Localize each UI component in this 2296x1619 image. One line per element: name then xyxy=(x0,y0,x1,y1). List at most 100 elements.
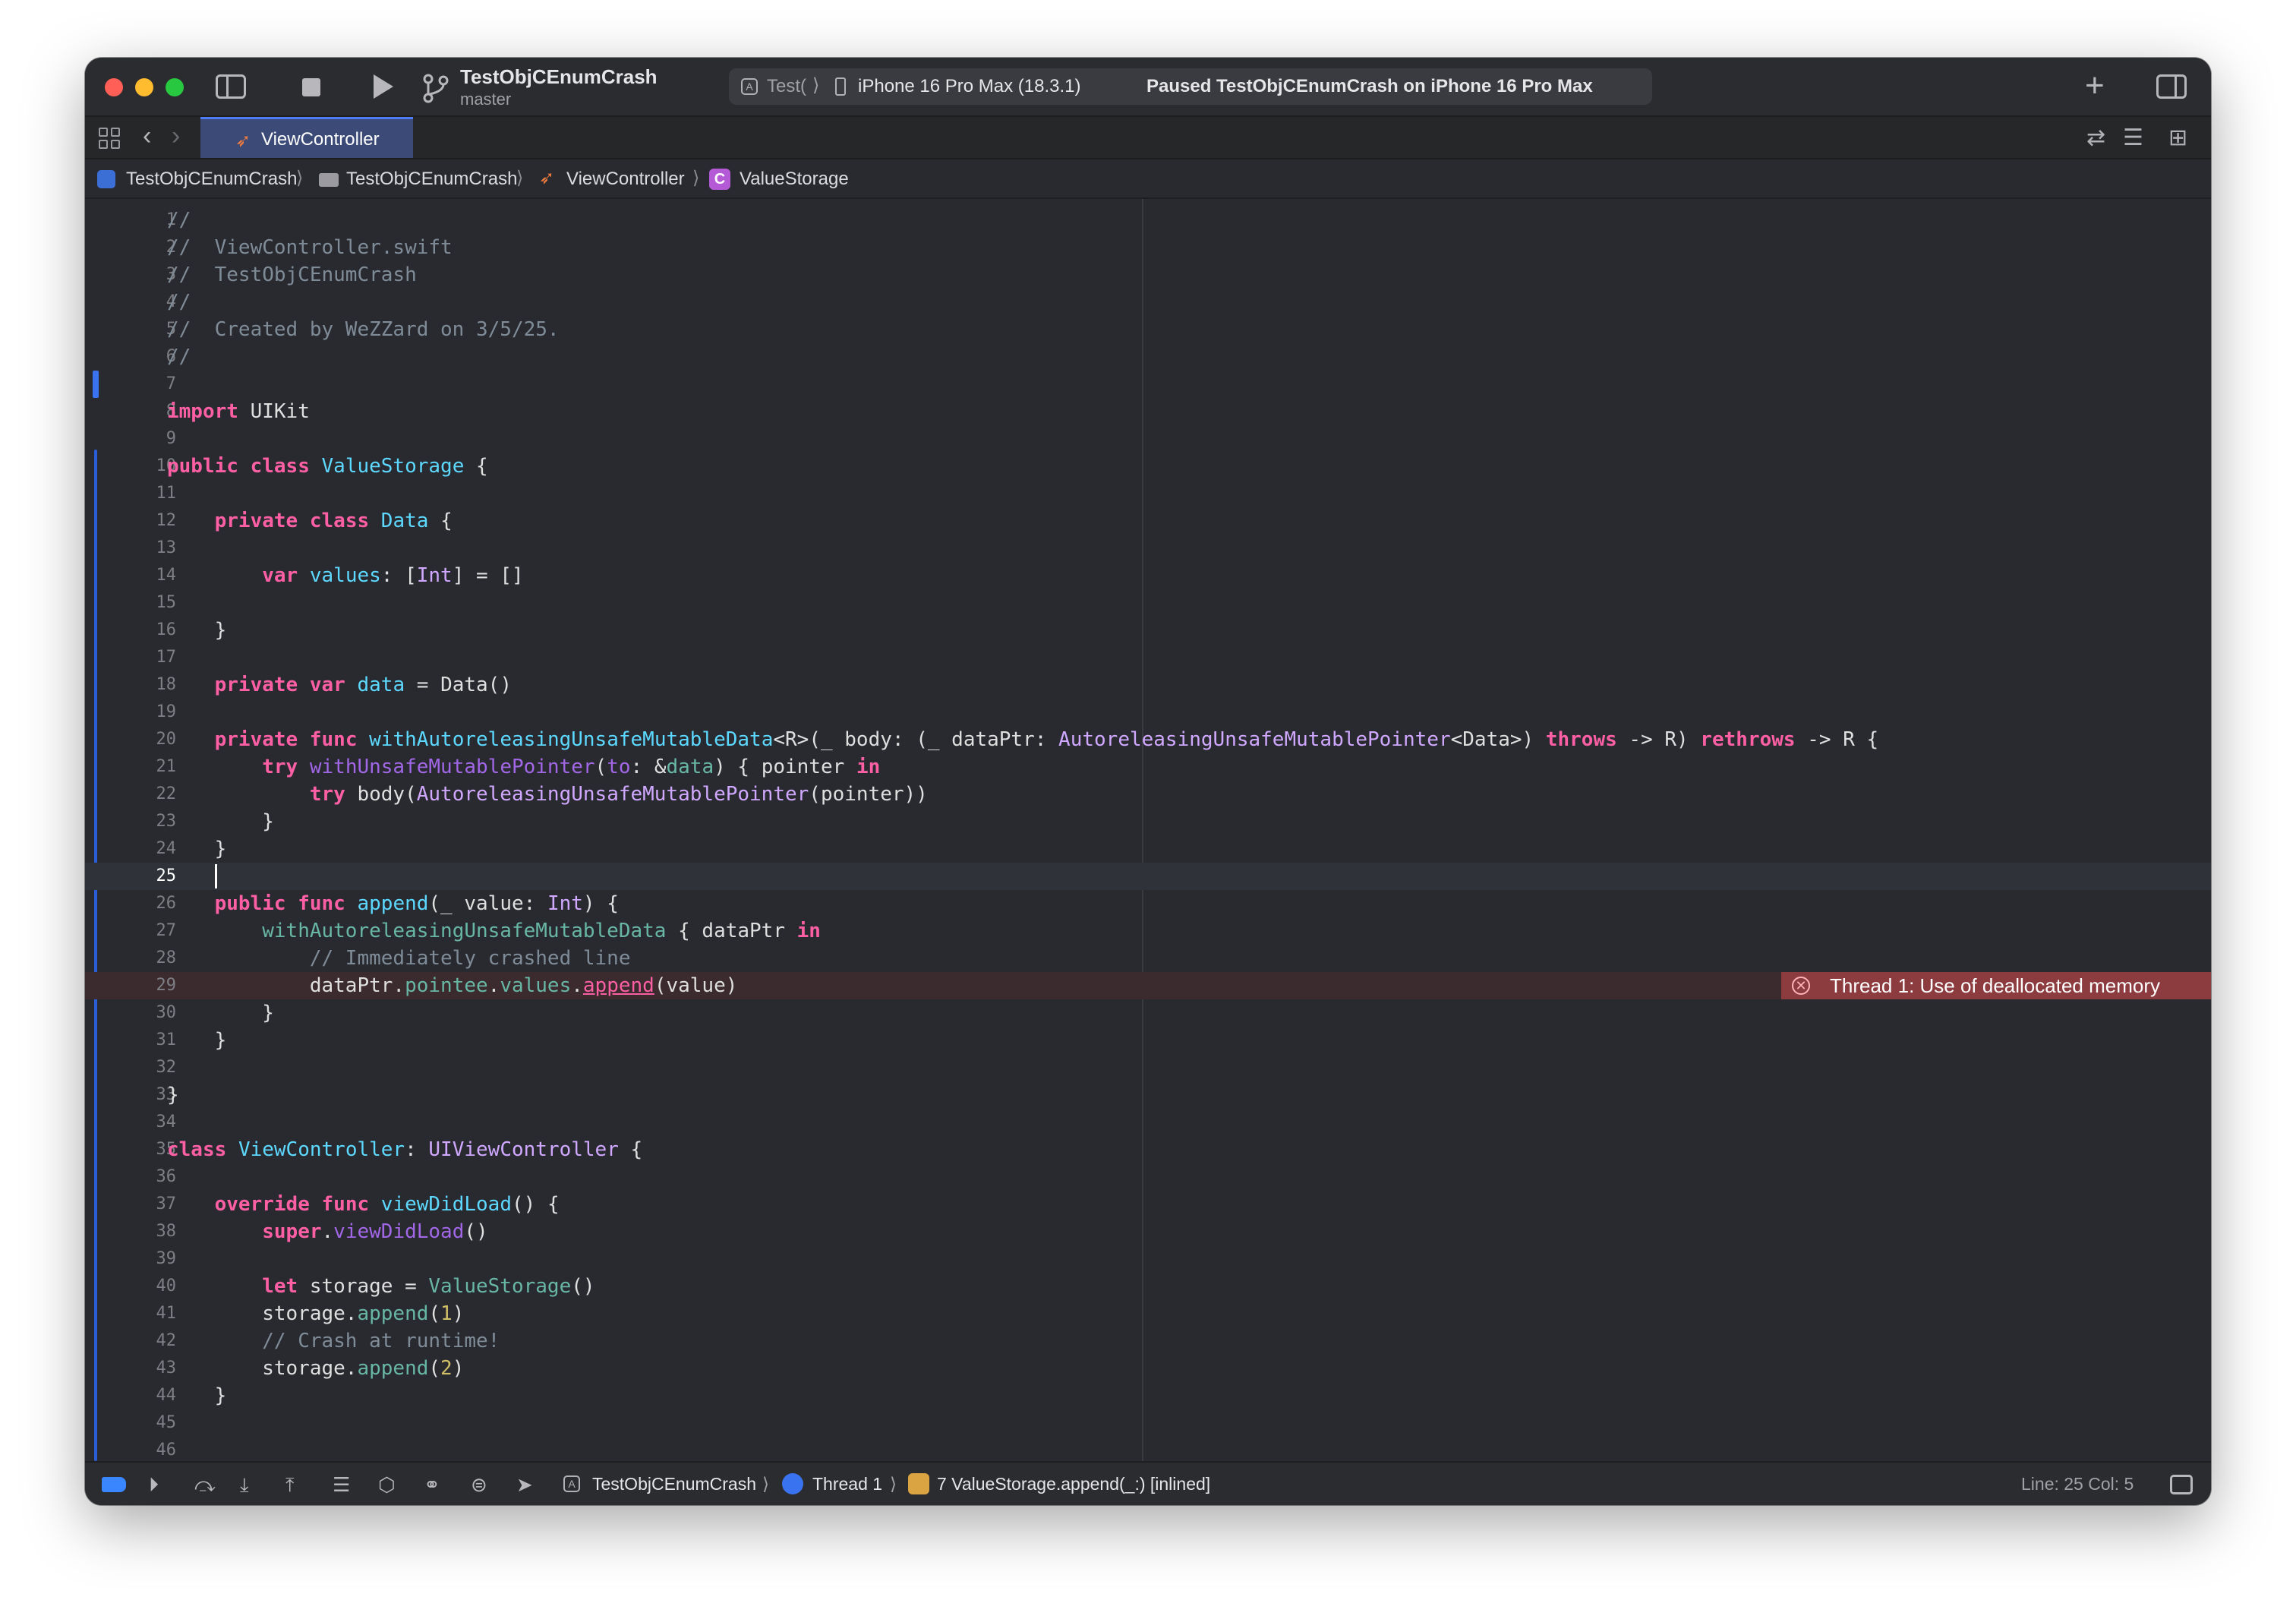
code-line[interactable]: 29 dataPtr.pointee.values.append(value) ✕… xyxy=(85,972,2211,999)
step-out-icon[interactable]: ⤒ xyxy=(285,1473,295,1497)
debug-thread[interactable]: Thread 1 xyxy=(812,1474,882,1494)
breadcrumb-project[interactable]: TestObjCEnumCrash xyxy=(126,169,297,190)
code-line[interactable]: 33} xyxy=(85,1081,2211,1109)
add-icon[interactable]: + xyxy=(2085,67,2105,105)
code-line[interactable]: 1// xyxy=(85,207,2211,234)
line-number[interactable]: 13 xyxy=(115,535,177,562)
code-line[interactable]: 35 class ViewController: UIViewController… xyxy=(85,1136,2211,1163)
code-line[interactable]: 23 } xyxy=(85,808,2211,835)
code-line[interactable]: 28 // Immediately crashed line xyxy=(85,945,2211,972)
editor-options-icon[interactable]: ☰ xyxy=(2123,125,2143,151)
code-line[interactable]: 34 xyxy=(85,1109,2211,1136)
code-line[interactable]: 37 override func viewDidLoad() { xyxy=(85,1191,2211,1218)
environment-icon[interactable]: ⚭ xyxy=(424,1473,440,1497)
breakpoints-toggle-icon[interactable] xyxy=(102,1477,126,1492)
step-into-icon[interactable]: ⤓ xyxy=(240,1473,249,1497)
code-line[interactable]: 31 } xyxy=(85,1027,2211,1054)
code-line[interactable]: 9 xyxy=(85,425,2211,453)
code-line[interactable]: 36 xyxy=(85,1163,2211,1191)
code-line[interactable]: 45 xyxy=(85,1409,2211,1437)
debug-process[interactable]: TestObjCEnumCrash xyxy=(592,1474,756,1494)
code-line[interactable]: 38 super.viewDidLoad() xyxy=(85,1218,2211,1245)
code-line[interactable]: 4// xyxy=(85,289,2211,316)
line-number[interactable]: 7 xyxy=(115,371,176,398)
line-number[interactable]: 39 xyxy=(115,1245,177,1273)
code-line[interactable]: 41 storage.append(1) xyxy=(85,1300,2211,1327)
code-line[interactable]: 2// ViewController.swift xyxy=(85,234,2211,261)
code-line[interactable]: 32 xyxy=(85,1054,2211,1081)
navigator-toggle-icon[interactable] xyxy=(216,74,246,99)
memory-graph-icon[interactable]: ⬡ xyxy=(378,1473,396,1497)
activity-view[interactable]: A Test( ⟩ iPhone 16 Pro Max (18.3.1) Pau… xyxy=(729,68,1652,105)
destination-scheme[interactable]: Test( xyxy=(767,76,806,97)
code-line[interactable]: 6// xyxy=(85,343,2211,371)
line-number[interactable]: 9 xyxy=(115,425,176,453)
destination-device[interactable]: iPhone 16 Pro Max (18.3.1) xyxy=(858,76,1081,97)
code-line[interactable]: 16 } xyxy=(85,617,2211,644)
code-line[interactable]: 19 xyxy=(85,699,2211,726)
line-number[interactable]: 46 xyxy=(115,1437,177,1461)
code-line[interactable]: 21 try withUnsafeMutablePointer(to: &dat… xyxy=(85,753,2211,781)
continue-icon[interactable]: ⏵ xyxy=(149,1473,159,1497)
branch-icon[interactable] xyxy=(422,73,449,103)
code-line[interactable]: 43 storage.append(2) xyxy=(85,1355,2211,1382)
simulate-icon[interactable]: ⊜ xyxy=(471,1473,487,1497)
step-over-icon[interactable]: ⤼ xyxy=(194,1473,216,1497)
code-line[interactable]: 7 xyxy=(85,371,2211,398)
line-number[interactable]: 17 xyxy=(115,644,177,671)
code-line[interactable]: 24 } xyxy=(85,835,2211,863)
close-window-button[interactable] xyxy=(105,78,123,96)
error-annotation[interactable]: ✕ Thread 1: Use of deallocated memory xyxy=(1781,972,2211,999)
code-line[interactable]: 11 xyxy=(85,480,2211,507)
code-line[interactable]: 10 public class ValueStorage { xyxy=(85,453,2211,480)
branch-label[interactable]: master xyxy=(460,90,511,109)
code-line[interactable]: 25 xyxy=(85,863,2211,890)
line-number[interactable]: 15 xyxy=(115,589,177,617)
zoom-window-button[interactable] xyxy=(166,78,184,96)
code-line[interactable]: 46 xyxy=(85,1437,2211,1461)
code-line[interactable]: 26 public func append(_ value: Int) { xyxy=(85,890,2211,917)
inspector-toggle-icon[interactable] xyxy=(2156,74,2187,99)
line-number[interactable]: 32 xyxy=(115,1054,177,1081)
debug-frame[interactable]: 7 ValueStorage.append(_:) [inlined] xyxy=(937,1474,1210,1494)
code-line[interactable]: 42 // Crash at runtime! xyxy=(85,1327,2211,1355)
code-line[interactable]: 20 private func withAutoreleasingUnsafeM… xyxy=(85,726,2211,753)
code-line[interactable]: 12 private class Data { xyxy=(85,507,2211,535)
view-hierarchy-icon[interactable]: ☰ xyxy=(333,1473,350,1497)
code-line[interactable]: 39 xyxy=(85,1245,2211,1273)
breadcrumb-symbol[interactable]: ValueStorage xyxy=(740,169,849,190)
line-number[interactable]: 36 xyxy=(115,1163,177,1191)
minimize-window-button[interactable] xyxy=(135,78,153,96)
code-line[interactable]: 40 let storage = ValueStorage() xyxy=(85,1273,2211,1300)
run-icon[interactable] xyxy=(374,74,393,99)
source-editor[interactable]: 1//2// ViewController.swift 3// TestObjCE… xyxy=(85,199,2211,1461)
code-line[interactable]: 8 import UIKit xyxy=(85,398,2211,425)
location-icon[interactable]: ➤ xyxy=(516,1473,533,1497)
code-line[interactable]: 3// TestObjCEnumCrash xyxy=(85,261,2211,289)
line-number[interactable]: 34 xyxy=(115,1109,177,1136)
code-line[interactable]: 14 var values: [Int] = [] xyxy=(85,562,2211,589)
chevron-left-icon[interactable]: ‹ xyxy=(143,122,151,151)
breadcrumb-folder[interactable]: TestObjCEnumCrash xyxy=(346,169,517,190)
chevron-right-icon[interactable]: › xyxy=(172,122,180,151)
code-line[interactable]: 27 withAutoreleasingUnsafeMutableData { … xyxy=(85,917,2211,945)
code-line[interactable]: 5// Created by WeZZard on 3/5/25. xyxy=(85,316,2211,343)
breadcrumb-file[interactable]: ViewController xyxy=(566,169,685,190)
stop-icon[interactable] xyxy=(302,78,320,96)
code-line[interactable]: 17 xyxy=(85,644,2211,671)
add-editor-icon[interactable]: ⊞ xyxy=(2168,125,2187,151)
code-line[interactable]: 44 } xyxy=(85,1382,2211,1409)
project-title[interactable]: TestObjCEnumCrash xyxy=(460,65,658,89)
refresh-icon[interactable]: ⇄ xyxy=(2086,125,2105,151)
related-items-icon[interactable] xyxy=(99,128,120,149)
tab-viewcontroller[interactable]: ➶ ViewController xyxy=(200,117,413,158)
code-line[interactable]: 13 xyxy=(85,535,2211,562)
code-line[interactable]: 15 xyxy=(85,589,2211,617)
code-line[interactable]: 18 private var data = Data() xyxy=(85,671,2211,699)
code-line[interactable]: 22 try body(AutoreleasingUnsafeMutablePo… xyxy=(85,781,2211,808)
line-number[interactable]: 11 xyxy=(115,480,177,507)
console-toggle-icon[interactable] xyxy=(2170,1475,2193,1494)
code-line[interactable]: 30 } xyxy=(85,999,2211,1027)
line-number[interactable]: 19 xyxy=(115,699,177,726)
line-number[interactable]: 45 xyxy=(115,1409,177,1437)
